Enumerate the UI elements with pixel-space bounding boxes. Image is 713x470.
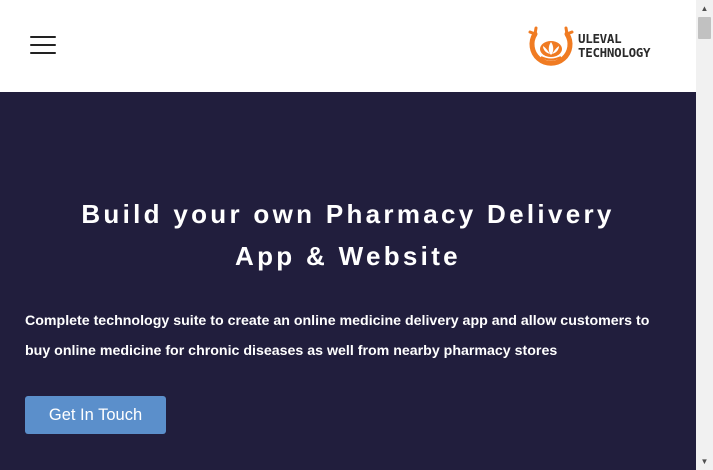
scroll-down-arrow-icon[interactable]: ▼ bbox=[696, 453, 713, 470]
hero-title: Build your own Pharmacy Delivery App & W… bbox=[0, 193, 696, 277]
company-logo[interactable]: ULEVAL TECHNOLOGY bbox=[520, 14, 665, 78]
get-in-touch-button[interactable]: Get In Touch bbox=[25, 396, 166, 434]
logo-line-2: TECHNOLOGY bbox=[578, 45, 651, 60]
hero-title-line-2: App & Website bbox=[235, 241, 461, 271]
site-header: ULEVAL TECHNOLOGY bbox=[0, 0, 696, 92]
menu-bar bbox=[30, 36, 56, 38]
scroll-up-arrow-icon[interactable]: ▲ bbox=[696, 0, 713, 17]
hero-section: Build your own Pharmacy Delivery App & W… bbox=[0, 92, 696, 470]
hero-description: Complete technology suite to create an o… bbox=[25, 313, 650, 359]
vertical-scrollbar[interactable]: ▲ ▼ bbox=[696, 0, 713, 470]
menu-bar bbox=[30, 52, 56, 54]
scrollbar-thumb[interactable] bbox=[698, 17, 711, 39]
lotus-logo-icon bbox=[528, 26, 574, 66]
logo-line-1: ULEVAL bbox=[578, 31, 622, 46]
hamburger-menu-icon[interactable] bbox=[30, 34, 56, 56]
menu-bar bbox=[30, 44, 56, 46]
hero-title-line-1: Build your own Pharmacy Delivery bbox=[81, 199, 615, 229]
logo-wordmark: ULEVAL TECHNOLOGY bbox=[578, 32, 668, 60]
page-viewport: ULEVAL TECHNOLOGY Build your own Pharmac… bbox=[0, 0, 696, 470]
